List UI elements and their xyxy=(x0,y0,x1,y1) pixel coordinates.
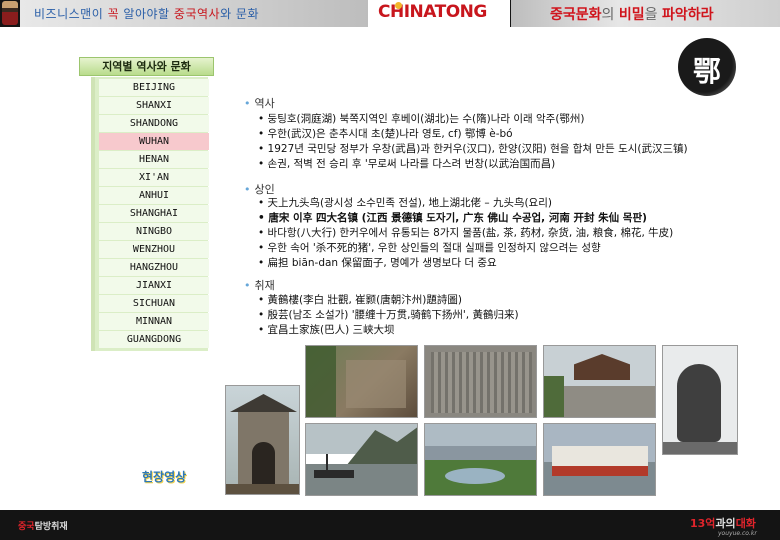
photo-yellow-crane-gate[interactable] xyxy=(225,385,300,495)
section-report-title: • 취재 xyxy=(244,277,275,293)
photo-river-boats[interactable] xyxy=(305,423,418,496)
slogan-part: 파악하라 xyxy=(661,7,714,23)
footer-left-label: 중국탐방취재 xyxy=(18,519,68,532)
slogan-part: 꼭 xyxy=(107,7,120,21)
section-title-text: 상인 xyxy=(254,183,275,196)
sidebar-item-shanxi[interactable]: SHANXI xyxy=(99,97,209,114)
region-nav: BEIJING SHANXI SHANDONG WUHAN HENAN XI'A… xyxy=(91,77,209,351)
banner-right-slogan: 중국문화의 비밀을 파악하라 xyxy=(550,4,714,24)
list-item: 손권, 적벽 전 승리 후 '무로써 나라를 다스려 번창(以武治国而昌) xyxy=(258,157,688,172)
footer-right-part: 대화 xyxy=(735,517,756,530)
list-item: 扁担 biān-dan 保留面子, 명예가 생명보다 더 중요 xyxy=(258,256,673,271)
photo-dam-park[interactable] xyxy=(424,423,537,496)
sidebar-item-hangzhou[interactable]: HANGZHOU xyxy=(99,259,209,276)
list-item: 天上九头鸟(광시성 소수민족 전설), 地上湖北佬 – 九头鸟(요리) xyxy=(258,196,673,211)
banner-left-slogan: 비즈니스맨이 꼭 알아야할 중국역사와 문화 xyxy=(34,5,259,22)
sidebar-item-sichuan[interactable]: SICHUAN xyxy=(99,295,209,312)
sidebar-item-beijing[interactable]: BEIJING xyxy=(99,79,209,96)
city-character: 鄂 xyxy=(692,55,721,88)
section-title-text: 역사 xyxy=(254,97,275,110)
list-item: 우한(武汉)은 춘추시대 초(楚)나라 영토, cf) 鄂博 è-bó xyxy=(258,127,688,142)
list-item: 殷芸(남조 소설가) '腰缠十万贯,骑鹤下扬州', 黃鶴归来) xyxy=(258,308,519,323)
top-banner: 비즈니스맨이 꼭 알아야할 중국역사와 문화 CHINATONG 중국문화의 비… xyxy=(0,0,780,27)
slogan-part: 을 xyxy=(644,7,662,23)
slogan-part: 중국역사 xyxy=(173,7,221,21)
sidebar-item-minnan[interactable]: MINNAN xyxy=(99,313,209,330)
list-item: 바다항(八大行) 한커우에서 유통되는 8가지 물품(盐, 茶, 药材, 杂货,… xyxy=(258,226,674,241)
photo-ferry[interactable] xyxy=(543,423,656,496)
footer-bar: 중국탐방취재 13억과의대화 youyue.co.kr xyxy=(0,510,780,540)
footer-left-part: 중국 xyxy=(18,522,35,532)
section-history-title: • 역사 xyxy=(244,95,275,111)
slogan-part: 와 문화 xyxy=(220,7,260,21)
list-item: 둥팅호(洞庭湖) 북쪽지역인 후베이(湖北)는 수(隋)나라 이래 악주(鄂州) xyxy=(258,112,688,127)
presenter-avatar xyxy=(2,1,18,25)
slogan-part: 의 xyxy=(601,7,619,23)
slogan-part: 중국문화 xyxy=(550,7,602,23)
slogan-part: 비즈니스맨이 xyxy=(34,7,108,21)
merchant-list: 天上九头鸟(광시성 소수민족 전설), 地上湖北佬 – 九头鸟(요리) 唐宋 이… xyxy=(258,196,674,271)
bullet-dot-icon: • xyxy=(244,183,251,196)
sidebar-item-jianxi[interactable]: JIANXI xyxy=(99,277,209,294)
sidebar-item-wenzhou[interactable]: WENZHOU xyxy=(99,241,209,258)
footer-right-part: 과의 xyxy=(715,517,736,530)
history-list: 둥팅호(洞庭湖) 북쪽지역인 후베이(湖北)는 수(隋)나라 이래 악주(鄂州)… xyxy=(258,112,688,172)
sidebar-item-ningbo[interactable]: NINGBO xyxy=(99,223,209,240)
sidebar-title: 지역별 역사와 문화 xyxy=(79,57,214,76)
photo-temple-plaza[interactable] xyxy=(543,345,656,418)
sidebar-item-shanghai[interactable]: SHANGHAI xyxy=(99,205,209,222)
report-list: 黃鶴樓(李白 壯觀, 崔颢(唐朝汴州)題詩圖) 殷芸(남조 소설가) '腰缠十万… xyxy=(258,293,519,338)
photo-carved-cliff[interactable] xyxy=(305,345,418,418)
list-item: 우한 속어 '杀不死的猪', 우한 상인들의 절대 실패를 인정하지 않으려는 … xyxy=(258,241,673,256)
section-title-text: 취재 xyxy=(254,279,275,292)
sidebar-item-shandong[interactable]: SHANDONG xyxy=(99,115,209,132)
field-video-link[interactable]: 현장영상 xyxy=(142,468,186,485)
photo-statue[interactable] xyxy=(662,345,738,455)
list-item: 宜昌土家族(巴人) 三峡大坝 xyxy=(258,323,519,338)
footer-right-logo[interactable]: 13억과의대화 xyxy=(690,515,756,531)
sidebar-item-henan[interactable]: HENAN xyxy=(99,151,209,168)
bullet-dot-icon: • xyxy=(244,279,251,292)
logo-dot-icon xyxy=(395,2,402,9)
footer-right-part: 13억 xyxy=(690,517,716,530)
slogan-part: 비밀 xyxy=(618,7,645,23)
sidebar-item-anhui[interactable]: ANHUI xyxy=(99,187,209,204)
slogan-part: 알아야할 xyxy=(119,7,174,21)
footer-left-part: 탐방취재 xyxy=(34,522,68,532)
list-item: 唐宋 이후 四大名镇 (江西 景德镇 도자기, 广东 佛山 수공업, 河南 开封… xyxy=(258,211,673,226)
sidebar-item-wuhan[interactable]: WUHAN xyxy=(99,133,209,150)
list-item: 黃鶴樓(李白 壯觀, 崔颢(唐朝汴州)題詩圖) xyxy=(258,293,519,308)
sidebar-item-xian[interactable]: XI'AN xyxy=(99,169,209,186)
section-merchant-title: • 상인 xyxy=(244,181,275,197)
footer-site-url[interactable]: youyue.co.kr xyxy=(718,530,757,537)
photo-stone-relief[interactable] xyxy=(424,345,537,418)
list-item: 1927년 국민당 정부가 우창(武昌)과 한커우(汉口), 한양(汉阳) 현을… xyxy=(258,142,688,157)
sidebar-item-guangdong[interactable]: GUANGDONG xyxy=(99,331,209,348)
bullet-dot-icon: • xyxy=(244,97,251,110)
